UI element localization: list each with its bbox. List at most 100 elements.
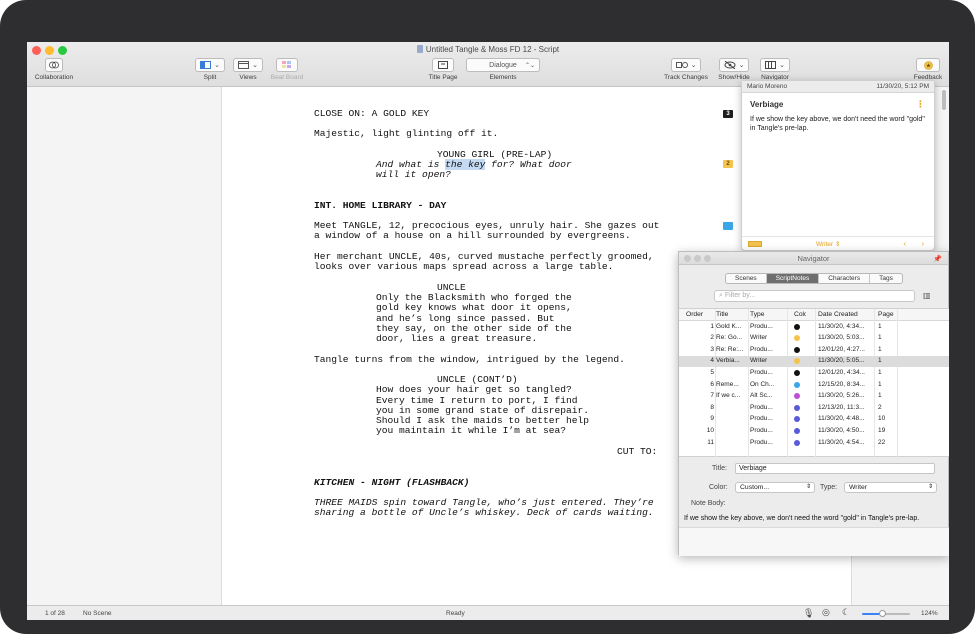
cell-order: 6 xyxy=(683,381,714,388)
chevron-down-icon: ⌄ xyxy=(214,61,220,69)
cell-date: 12/15/20, 8:34... xyxy=(818,381,874,388)
tab-tags[interactable]: Tags xyxy=(870,274,902,283)
script-line[interactable]: CUT TO: xyxy=(617,447,657,457)
script-line[interactable]: gold key knows what door it opens, xyxy=(376,303,572,313)
note-title[interactable]: Verbiage xyxy=(742,93,934,109)
target-icon[interactable]: ◎ xyxy=(822,607,830,618)
split-button[interactable]: ⌄ Split xyxy=(194,58,226,81)
scriptnote-popup[interactable]: Mario Moreno 11/30/20, 5:12 PM Verbiage … xyxy=(741,80,935,251)
close-navigator-button[interactable] xyxy=(684,255,691,262)
table-row[interactable]: 2Re: Go...Writer11/30/20, 5:03...1 xyxy=(679,333,949,345)
highlighted-text[interactable]: the key xyxy=(445,159,485,170)
table-row[interactable]: 1Gold K...Produ...11/30/20, 4:34...1 xyxy=(679,321,949,333)
script-line[interactable]: door, lies a great treasure. xyxy=(376,334,537,344)
cell-order: 10 xyxy=(683,427,714,434)
collaboration-button[interactable]: Collaboration xyxy=(32,58,76,81)
cell-title: Re: Re:... xyxy=(716,346,747,353)
navigator-window[interactable]: Navigator 📌 Scenes ScriptNotes Character… xyxy=(678,251,949,555)
cell-date: 12/13/20, 11:3... xyxy=(818,404,874,411)
cell-title: If we c... xyxy=(716,392,747,399)
script-line[interactable]: How does your hair get so tangled? xyxy=(376,385,572,395)
color-dot-icon xyxy=(794,428,800,434)
tab-characters[interactable]: Characters xyxy=(819,274,870,283)
cell-page: 1 xyxy=(878,369,898,376)
script-line[interactable]: you maintain it while I’m at sea? xyxy=(376,426,566,436)
script-line[interactable]: a window of a house on a hill surrounded… xyxy=(314,231,631,241)
cell-type: Produ... xyxy=(750,404,784,411)
elements-popup[interactable]: Dialogue ⌃⌄ Elements xyxy=(465,58,541,81)
note-body[interactable]: If we show the key above, we don't need … xyxy=(742,109,934,133)
table-row[interactable]: 8Produ...12/13/20, 11:3...2 xyxy=(679,402,949,414)
table-row[interactable]: 11Produ...11/30/20, 4:54...22 xyxy=(679,437,949,449)
scriptnote-marker[interactable]: 3 xyxy=(723,110,733,118)
cell-type: Produ... xyxy=(750,323,784,330)
color-dot-icon xyxy=(794,393,800,399)
color-select[interactable]: Custom...⇕ xyxy=(735,482,815,493)
tab-scriptnotes[interactable]: ScriptNotes xyxy=(767,274,820,283)
note-color-swatch[interactable] xyxy=(748,241,762,247)
column-header[interactable]: Page xyxy=(878,311,898,318)
tab-scenes[interactable]: Scenes xyxy=(726,274,767,283)
views-button[interactable]: ⌄ Views xyxy=(232,58,264,81)
scriptnote-marker[interactable] xyxy=(723,222,733,230)
zoom-slider-knob[interactable] xyxy=(879,610,886,617)
microphone-icon[interactable]: 🎙 xyxy=(803,608,814,619)
pin-icon[interactable]: 📌 xyxy=(933,253,942,266)
note-author: Mario Moreno xyxy=(747,83,787,90)
note-body-field[interactable]: If we show the key above, we don't need … xyxy=(684,515,946,522)
type-select[interactable]: Writer⇕ xyxy=(844,482,937,493)
script-line[interactable]: INT. HOME LIBRARY - DAY xyxy=(314,201,446,211)
column-header[interactable]: Date Created xyxy=(818,311,874,318)
dark-mode-icon[interactable]: ☾ xyxy=(842,607,850,618)
filter-input[interactable]: ⌕ Filter by... xyxy=(714,290,915,302)
script-line[interactable]: CLOSE ON: A GOLD KEY xyxy=(314,109,429,119)
status-text: Ready xyxy=(446,610,465,617)
cell-page: 22 xyxy=(878,439,898,446)
feedback-button[interactable]: ★ Feedback xyxy=(910,58,946,81)
cell-type: Produ... xyxy=(750,439,784,446)
column-header[interactable]: Type xyxy=(750,311,784,318)
title-field[interactable]: Verbiage xyxy=(735,463,935,474)
columns-icon[interactable]: ▥ xyxy=(923,291,931,300)
title-page-button[interactable]: Title Page xyxy=(424,58,462,81)
table-row[interactable]: 6Reme...On Ch...12/15/20, 8:34...1 xyxy=(679,379,949,391)
cell-order: 2 xyxy=(683,334,714,341)
previous-note-icon[interactable]: ‹ xyxy=(903,239,906,248)
more-options-icon[interactable]: ⋮ xyxy=(916,99,925,110)
script-line[interactable]: sharing a bottle of Uncle’s whiskey. Dec… xyxy=(314,508,654,518)
cell-date: 11/30/20, 4:34... xyxy=(818,323,874,330)
elements-select[interactable]: Dialogue ⌃⌄ xyxy=(466,58,540,72)
scriptnote-marker[interactable]: 2 xyxy=(723,160,733,168)
script-line[interactable]: Tangle turns from the window, intrigued … xyxy=(314,355,625,365)
script-line[interactable]: will it open? xyxy=(376,170,451,180)
column-header[interactable]: Color xyxy=(794,311,806,318)
collaboration-icon xyxy=(45,58,63,72)
cell-type: Alt Sc... xyxy=(750,392,784,399)
beat-board-button[interactable]: Beat Board xyxy=(266,58,308,81)
zoom-navigator-button[interactable] xyxy=(704,255,711,262)
script-line[interactable]: looks over various maps spread across a … xyxy=(314,262,613,272)
zoom-slider[interactable] xyxy=(862,613,910,615)
table-row[interactable]: 10Produ...11/30/20, 4:50...19 xyxy=(679,425,949,437)
table-row[interactable]: 3Re: Re:...Produ...12/01/20, 4:27...1 xyxy=(679,344,949,356)
script-line[interactable]: KITCHEN - NIGHT (FLASHBACK) xyxy=(314,478,469,488)
scrollbar[interactable] xyxy=(942,90,946,110)
column-header[interactable]: Title xyxy=(716,311,747,318)
table-row[interactable]: 5Produ...12/01/20, 4:34...1 xyxy=(679,367,949,379)
script-line[interactable]: Majestic, light glinting off it. xyxy=(314,129,498,139)
table-row[interactable]: 4Verbia...Writer11/30/20, 5:05...1 xyxy=(679,356,949,368)
cell-date: 11/30/20, 4:54... xyxy=(818,439,874,446)
minimize-navigator-button[interactable] xyxy=(694,255,701,262)
table-row[interactable]: 7If we c...Alt Sc...11/30/20, 5:26...1 xyxy=(679,391,949,403)
cell-type: Writer xyxy=(750,334,784,341)
navigator-tabs: Scenes ScriptNotes Characters Tags xyxy=(725,273,903,284)
column-header[interactable]: Order xyxy=(686,311,717,318)
table-row[interactable]: 9Produ...11/30/20, 4:48...10 xyxy=(679,414,949,426)
next-note-icon[interactable]: › xyxy=(921,239,924,248)
track-changes-button[interactable]: ⌄ Track Changes xyxy=(661,58,711,81)
show-hide-button[interactable]: ⌄ Show/Hide xyxy=(715,58,753,81)
color-dot-icon xyxy=(794,416,800,422)
note-type-select[interactable]: Writer ⇕ xyxy=(816,240,840,248)
navigator-button[interactable]: ⌄ Navigator xyxy=(757,58,793,81)
scriptnotes-table[interactable]: OrderTitleTypeColorDate CreatedPage1Gold… xyxy=(679,308,949,457)
